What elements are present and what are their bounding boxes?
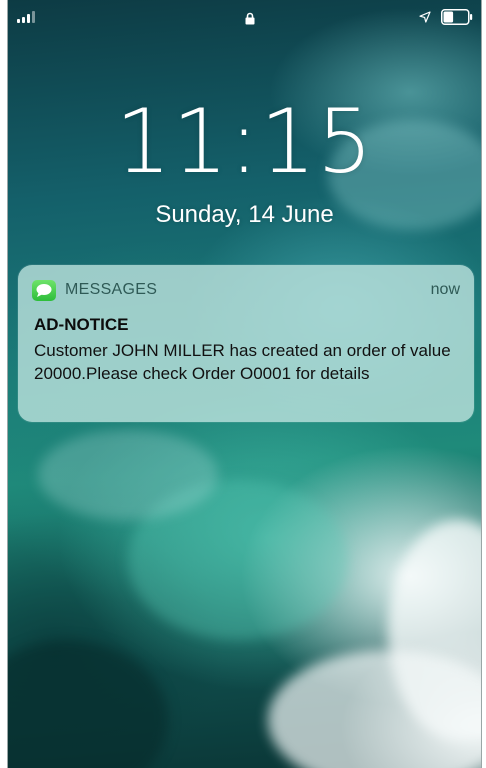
wallpaper-wave — [268, 650, 481, 768]
lock-screen: 11:15 Sunday, 14 June MESSAGES now AD-NO… — [7, 0, 482, 768]
device-frame: 11:15 Sunday, 14 June MESSAGES now AD-NO… — [0, 0, 486, 768]
notification-time: now — [430, 281, 460, 298]
lock-screen-date: Sunday, 14 June — [155, 201, 334, 228]
notification-app-name: MESSAGES — [65, 281, 158, 298]
lock-icon — [245, 12, 255, 25]
lock-screen-time: 11:15 — [115, 90, 374, 193]
battery-icon — [441, 9, 473, 25]
message-notification[interactable]: MESSAGES now AD-NOTICE Customer JOHN MIL… — [18, 265, 474, 422]
notification-header: MESSAGES now — [18, 265, 474, 315]
notification-title: AD-NOTICE — [34, 315, 129, 334]
notification-body: Customer JOHN MILLER has created an orde… — [34, 341, 451, 383]
cellular-signal-icon — [17, 11, 35, 23]
status-bar — [8, 0, 481, 36]
messages-icon — [32, 280, 56, 301]
location-arrow-icon — [419, 11, 431, 23]
wallpaper-wave — [38, 430, 218, 520]
wallpaper-wave — [8, 640, 168, 768]
